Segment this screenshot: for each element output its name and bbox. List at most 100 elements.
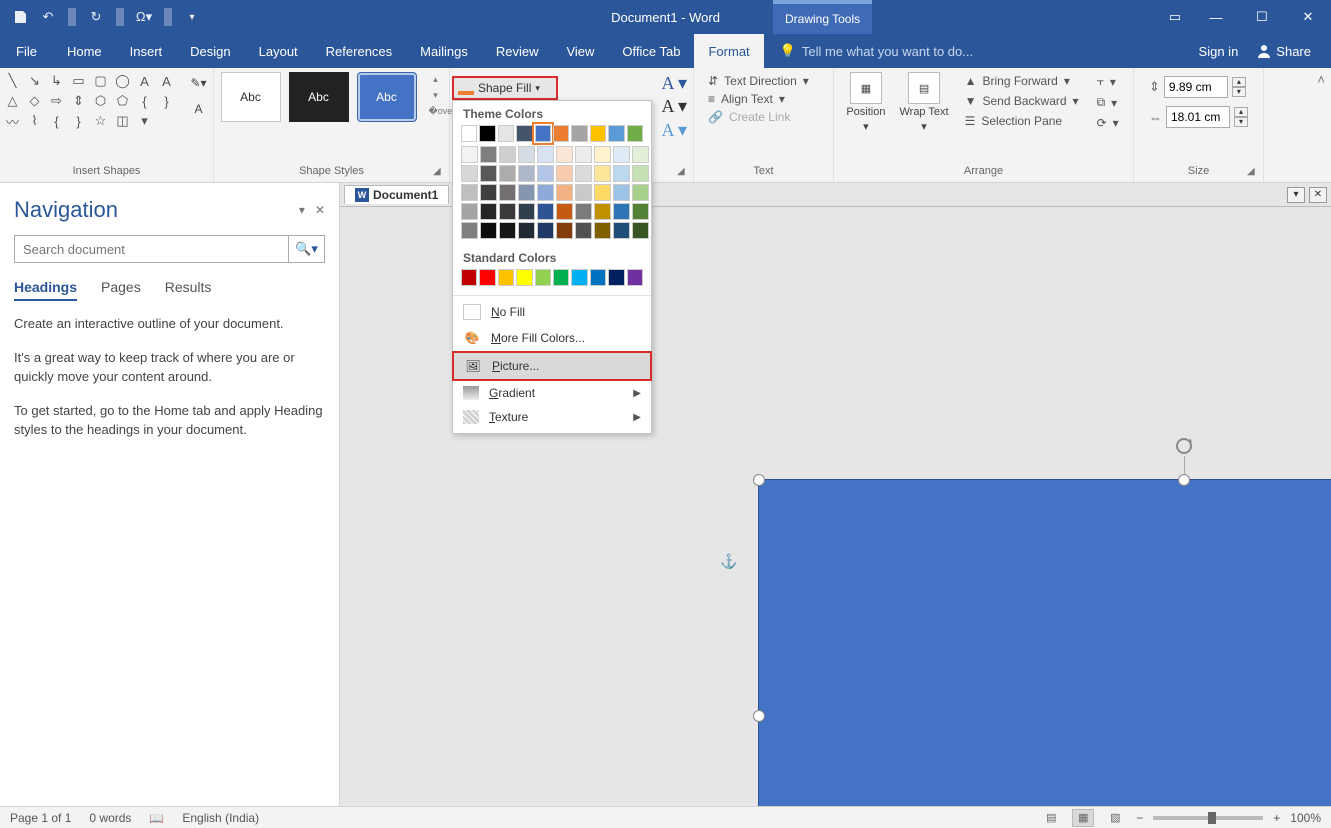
color-swatch[interactable] [627, 125, 643, 142]
edit-shape-icon[interactable]: ✎▾ [187, 72, 211, 94]
color-swatch[interactable] [575, 165, 592, 182]
rotation-handle-icon[interactable] [1174, 436, 1194, 456]
selection-pane-button[interactable]: ☰Selection Pane [959, 112, 1085, 130]
nav-tab-headings[interactable]: Headings [14, 275, 77, 301]
shape-rect-icon[interactable]: ▭ [69, 72, 89, 90]
color-swatch[interactable] [516, 269, 532, 286]
position-button[interactable]: ▦Position▾ [842, 72, 889, 133]
document-tab[interactable]: W Document1 [344, 185, 449, 204]
color-swatch[interactable] [479, 125, 495, 142]
color-swatch[interactable] [499, 222, 516, 239]
shape-lbrace2-icon[interactable]: { [47, 112, 67, 130]
height-spin[interactable]: ▴▾ [1232, 77, 1246, 97]
color-swatch[interactable] [556, 146, 573, 163]
nav-close-icon[interactable]: ✕ [315, 203, 325, 217]
gallery-spin[interactable]: ▴▾�overline [429, 74, 443, 120]
width-spin[interactable]: ▴▾ [1234, 107, 1248, 127]
color-swatch[interactable] [575, 203, 592, 220]
zoom-out-icon[interactable]: − [1136, 811, 1143, 825]
color-swatch[interactable] [632, 222, 649, 239]
texture-fill-item[interactable]: Texture ▶ [453, 405, 651, 429]
color-swatch[interactable] [461, 125, 477, 142]
color-swatch[interactable] [535, 269, 551, 286]
undo-icon[interactable]: ↶ [36, 5, 60, 29]
color-swatch[interactable] [480, 222, 497, 239]
style-thumb-2[interactable]: Abc [289, 72, 349, 122]
color-swatch[interactable] [594, 184, 611, 201]
color-swatch[interactable] [480, 184, 497, 201]
color-swatch[interactable] [590, 125, 606, 142]
color-swatch[interactable] [575, 146, 592, 163]
color-swatch[interactable] [627, 269, 643, 286]
color-swatch[interactable] [594, 222, 611, 239]
tell-me[interactable]: 💡 Tell me what you want to do... [764, 34, 1199, 68]
nav-dropdown-icon[interactable]: ▾ [299, 203, 305, 217]
spellcheck-icon[interactable]: 📖 [149, 811, 164, 825]
selected-shape-rectangle[interactable] [758, 479, 1331, 806]
color-swatch[interactable] [480, 165, 497, 182]
color-swatch[interactable] [518, 203, 535, 220]
shape-star-icon[interactable]: ☆ [91, 112, 111, 130]
color-swatch[interactable] [537, 146, 554, 163]
color-swatch[interactable] [575, 222, 592, 239]
shape-rbrace-icon[interactable]: } [157, 92, 177, 110]
shape-arrow-r-icon[interactable]: ⇨ [47, 92, 67, 110]
resize-handle[interactable] [753, 474, 765, 486]
color-swatch[interactable] [461, 222, 478, 239]
rotate-button[interactable]: ⟳▾ [1091, 114, 1125, 132]
color-swatch[interactable] [556, 203, 573, 220]
color-swatch[interactable] [499, 184, 516, 201]
wrap-text-button[interactable]: ▤Wrap Text▾ [895, 72, 952, 133]
shape-width-input[interactable] [1166, 106, 1230, 128]
shape-fill-button[interactable]: Shape Fill ▾ [452, 76, 558, 100]
text-outline-icon[interactable]: A ▾ [661, 96, 687, 117]
color-swatch[interactable] [518, 184, 535, 201]
shape-textbox-v-icon[interactable]: A [157, 72, 177, 90]
picture-fill-item[interactable]: 🖼 Picture... [452, 351, 652, 381]
shapes-gallery[interactable]: ╲ ↘ ↳ ▭ ▢ ◯ A A △ ◇ ⇨ ⇕ ⬡ ⬠ { } 〰 ⌇ { } [3, 72, 177, 130]
shape-height-input[interactable] [1164, 76, 1228, 98]
color-swatch[interactable] [632, 146, 649, 163]
omega-icon[interactable]: Ω▾ [132, 5, 156, 29]
dialog-launcher-icon[interactable]: ◢ [433, 166, 445, 178]
shape-pent-icon[interactable]: ⬠ [113, 92, 133, 110]
more-fill-colors-item[interactable]: 🎨 More Fill Colors... [453, 325, 651, 351]
color-swatch[interactable] [499, 146, 516, 163]
color-swatch[interactable] [613, 203, 630, 220]
shape-diamond-icon[interactable]: ◇ [25, 92, 45, 110]
shape-textbox-icon[interactable]: A [135, 72, 155, 90]
zoom-in-icon[interactable]: + [1273, 811, 1280, 825]
nav-tab-results[interactable]: Results [165, 275, 212, 301]
color-swatch[interactable] [518, 165, 535, 182]
save-icon[interactable] [8, 5, 32, 29]
color-swatch[interactable] [613, 146, 630, 163]
color-swatch[interactable] [590, 269, 606, 286]
redo-icon[interactable]: ↻ [84, 5, 108, 29]
search-button[interactable]: 🔍▾ [288, 236, 324, 262]
print-layout-icon[interactable]: ▦ [1072, 809, 1094, 827]
text-direction-button[interactable]: ⇵Text Direction ▾ [702, 72, 815, 90]
shape-style-gallery[interactable]: Abc Abc Abc ▴▾�overline [221, 72, 443, 122]
color-swatch[interactable] [556, 184, 573, 201]
color-swatch[interactable] [594, 146, 611, 163]
color-swatch[interactable] [632, 165, 649, 182]
style-thumb-3[interactable]: Abc [357, 72, 417, 122]
resize-handle[interactable] [1178, 474, 1190, 486]
tab-references[interactable]: References [312, 34, 406, 68]
send-backward-button[interactable]: ▼Send Backward ▾ [959, 92, 1085, 110]
tab-review[interactable]: Review [482, 34, 553, 68]
shape-more-icon[interactable]: ▾ [135, 112, 155, 130]
color-swatch[interactable] [613, 184, 630, 201]
tab-insert[interactable]: Insert [116, 34, 177, 68]
color-swatch[interactable] [537, 222, 554, 239]
color-swatch[interactable] [537, 165, 554, 182]
color-swatch[interactable] [537, 203, 554, 220]
color-swatch[interactable] [499, 165, 516, 182]
group-button[interactable]: ⧉▾ [1091, 93, 1125, 112]
color-swatch[interactable] [461, 203, 478, 220]
minimize-button[interactable]: — [1193, 0, 1239, 34]
color-swatch[interactable] [556, 222, 573, 239]
color-swatch[interactable] [553, 125, 569, 142]
tab-mailings[interactable]: Mailings [406, 34, 482, 68]
text-effects-icon[interactable]: A ▾ [661, 120, 687, 141]
